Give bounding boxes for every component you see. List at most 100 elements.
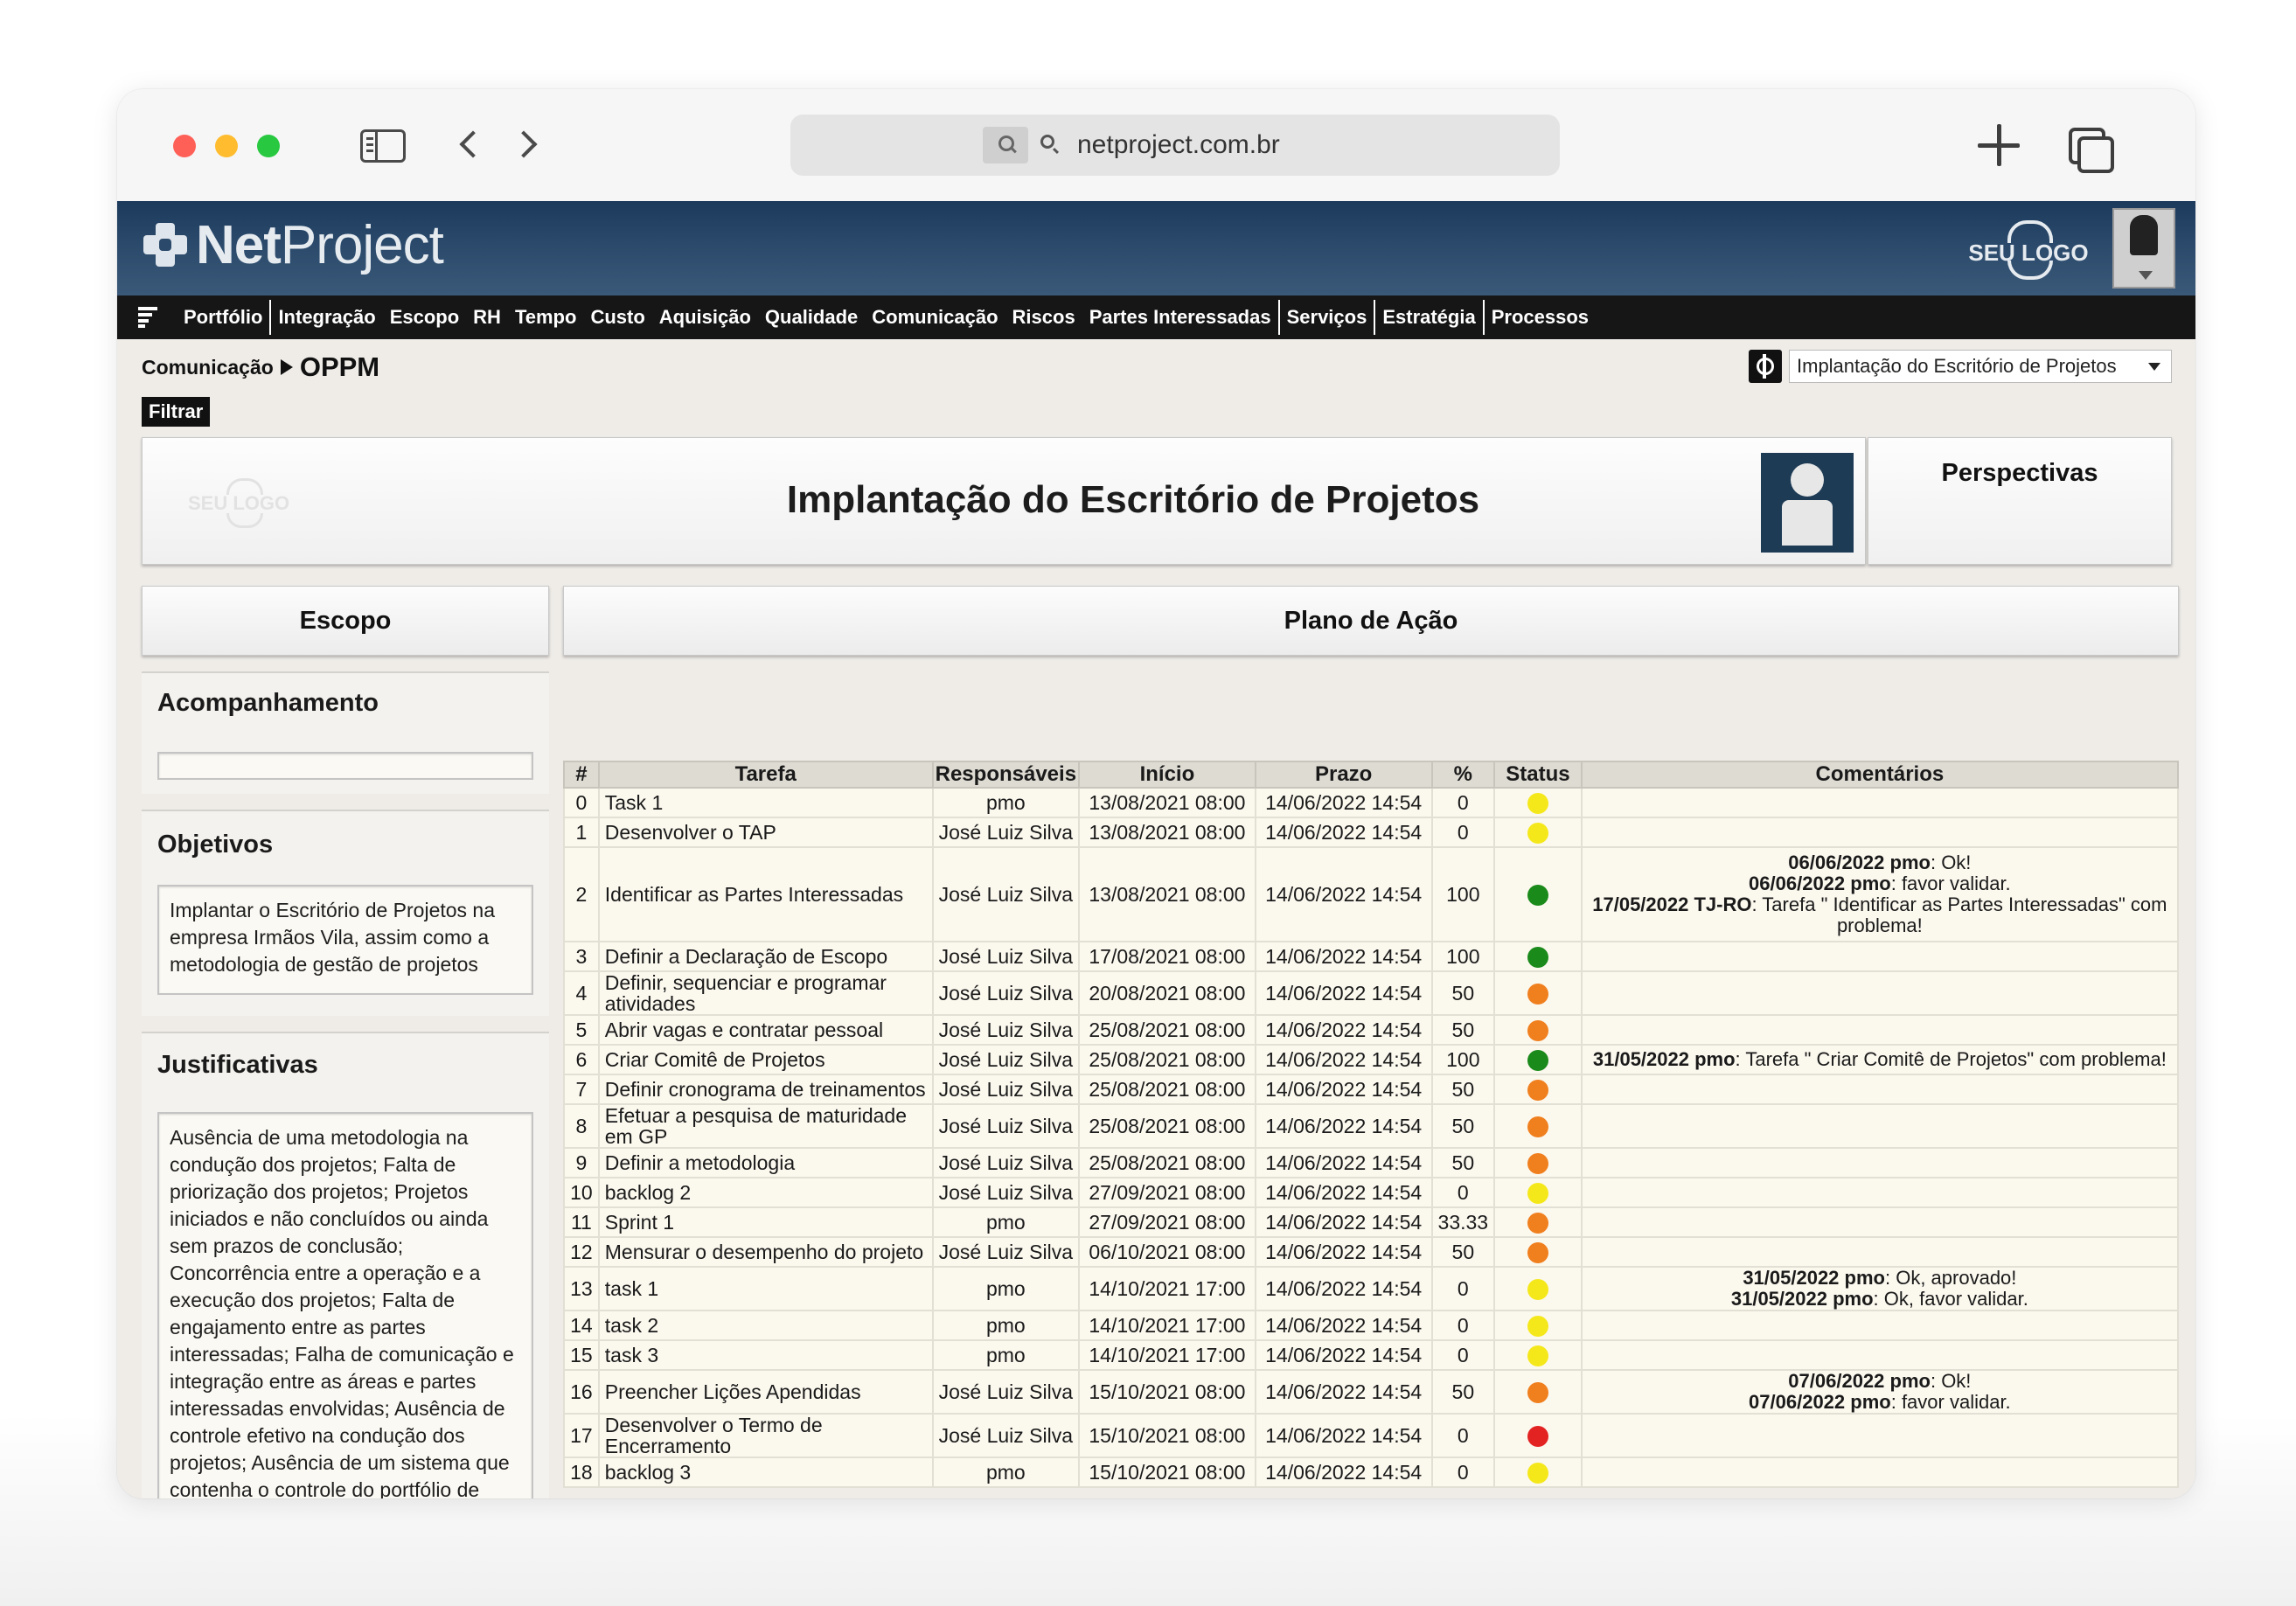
- action-plan-header[interactable]: Plano de Ação: [563, 586, 2179, 656]
- table-row[interactable]: 13 task 1 pmo 14/10/2021 17:00 14/06/2022 14…: [563, 1266, 2180, 1311]
- table-row[interactable]: 8 Efetuar a pesquisa de maturidade em GP J…: [563, 1103, 2180, 1149]
- comment-text: : Tarefa " Identificar as Partes Interes…: [1751, 893, 2167, 936]
- task-responsible: José Luiz Silva: [931, 817, 1081, 848]
- column-header-percent[interactable]: %: [1430, 761, 1496, 789]
- status-indicator-icon: [1527, 1080, 1548, 1102]
- menu-item-rh[interactable]: RH: [466, 295, 508, 339]
- task-comments: 31/05/2022 pmo: Tarefa " Criar Comitê de…: [1580, 1044, 2180, 1075]
- justifications-title: Justificativas: [157, 1051, 318, 1079]
- menu-item-servicos[interactable]: Serviços: [1280, 295, 1374, 339]
- table-row[interactable]: 10 backlog 2 José Luiz Silva 27/09/2021 08:…: [563, 1177, 2180, 1208]
- table-row[interactable]: 11 Sprint 1 pmo 27/09/2021 08:00 14/06/2022 …: [563, 1206, 2180, 1238]
- task-percent: 50: [1430, 1014, 1496, 1046]
- menu-item-processos[interactable]: Processos: [1485, 295, 1596, 339]
- task-responsible: pmo: [931, 787, 1081, 818]
- menu-item-riscos[interactable]: Riscos: [1005, 295, 1082, 339]
- task-start: 13/08/2021 08:00: [1078, 817, 1256, 848]
- address-url[interactable]: netproject.com.br: [1077, 130, 1280, 160]
- task-responsible: pmo: [931, 1339, 1081, 1371]
- table-row[interactable]: 3 Definir a Declaração de Escopo José Luiz…: [563, 941, 2180, 972]
- minimize-window-button[interactable]: [215, 135, 238, 157]
- table-row[interactable]: 15 task 3 pmo 14/10/2021 17:00 14/06/2022 14…: [563, 1339, 2180, 1371]
- column-header-responsible[interactable]: Responsáveis: [931, 761, 1081, 789]
- column-header-comments[interactable]: Comentários: [1580, 761, 2180, 789]
- close-window-button[interactable]: [173, 135, 196, 157]
- netproject-logo[interactable]: NetProject: [140, 215, 444, 275]
- menu-item-portfolio[interactable]: Portfólio: [177, 295, 269, 339]
- table-row[interactable]: 5 Abrir vagas e contratar pessoal José Lui…: [563, 1014, 2180, 1046]
- task-responsible: pmo: [931, 1206, 1081, 1238]
- column-header-task[interactable]: Tarefa: [597, 761, 934, 789]
- address-bar[interactable]: netproject.com.br: [790, 115, 1560, 176]
- table-row[interactable]: 12 Mensurar o desempenho do projeto José L…: [563, 1236, 2180, 1268]
- row-number: 13: [563, 1266, 600, 1311]
- task-status: [1493, 1369, 1583, 1415]
- task-comments: [1580, 941, 2180, 972]
- row-number: 1: [563, 817, 600, 848]
- menu-item-aquisicao[interactable]: Aquisição: [652, 295, 758, 339]
- column-header-deadline[interactable]: Prazo: [1254, 761, 1433, 789]
- menu-item-integracao[interactable]: Integração: [271, 295, 382, 339]
- breadcrumb-section[interactable]: Comunicação: [142, 356, 274, 379]
- breadcrumb-bar: Comunicação OPPM Implantação do Escritór…: [117, 339, 2195, 390]
- table-row[interactable]: 9 Definir a metodologia José Luiz Silva 25/…: [563, 1147, 2180, 1178]
- user-avatar[interactable]: [2112, 208, 2175, 289]
- back-arrow-icon[interactable]: [449, 128, 488, 166]
- objectives-title: Objetivos: [157, 831, 274, 859]
- task-name: Definir a Declaração de Escopo: [597, 941, 934, 972]
- project-selector-icon[interactable]: [1749, 350, 1782, 383]
- menu-item-partes-interessadas[interactable]: Partes Interessadas: [1082, 295, 1278, 339]
- justifications-text: Ausência de uma metodologia na condução …: [157, 1112, 533, 1498]
- task-percent: 100: [1430, 846, 1496, 942]
- table-row[interactable]: 18 backlog 3 pmo 15/10/2021 08:00 14/06/2022…: [563, 1457, 2180, 1488]
- new-tab-plus-icon[interactable]: [1978, 124, 2020, 166]
- perspectives-panel[interactable]: Perspectivas: [1868, 437, 2172, 565]
- project-select[interactable]: Implantação do Escritório de Projetos: [1789, 350, 2172, 383]
- menu-item-comunicacao[interactable]: Comunicação: [865, 295, 1005, 339]
- task-responsible: José Luiz Silva: [931, 1103, 1081, 1149]
- menu-item-tempo[interactable]: Tempo: [508, 295, 583, 339]
- filter-button[interactable]: Filtrar: [142, 397, 211, 427]
- task-deadline: 14/06/2022 14:54: [1254, 1310, 1433, 1341]
- search-button-icon[interactable]: [983, 127, 1028, 163]
- menu-hamburger-icon[interactable]: [138, 307, 157, 328]
- browser-window: netproject.com.br NetProject SEU LOGO Po…: [117, 89, 2195, 1498]
- column-header-number[interactable]: #: [563, 761, 600, 789]
- task-start: 25/08/2021 08:00: [1078, 1014, 1256, 1046]
- task-responsible: José Luiz Silva: [931, 1413, 1081, 1458]
- forward-arrow-icon[interactable]: [510, 128, 549, 166]
- task-deadline: 14/06/2022 14:54: [1254, 941, 1433, 972]
- table-row[interactable]: 4 Definir, sequenciar e programar ativida…: [563, 970, 2180, 1016]
- maximize-window-button[interactable]: [257, 135, 280, 157]
- menu-item-escopo[interactable]: Escopo: [383, 295, 466, 339]
- tab-overview-icon[interactable]: [2069, 128, 2114, 173]
- menu-item-estrategia[interactable]: Estratégia: [1375, 295, 1482, 339]
- table-row[interactable]: 14 task 2 pmo 14/10/2021 17:00 14/06/2022 14…: [563, 1310, 2180, 1341]
- column-header-status[interactable]: Status: [1493, 761, 1583, 789]
- table-row[interactable]: 0 Task 1 pmo 13/08/2021 08:00 14/06/2022 14:…: [563, 787, 2180, 818]
- row-number: 11: [563, 1206, 600, 1238]
- menu-item-custo[interactable]: Custo: [583, 295, 651, 339]
- table-row[interactable]: 2 Identificar as Partes Interessadas José …: [563, 846, 2180, 942]
- action-plan-table: # Tarefa Responsáveis Início Prazo % Sta…: [563, 761, 2180, 1488]
- table-row[interactable]: 7 Definir cronograma de treinamentos José …: [563, 1074, 2180, 1105]
- task-comments: 06/06/2022 pmo: Ok! 06/06/2022 pmo: favor…: [1580, 846, 2180, 942]
- menu-item-qualidade[interactable]: Qualidade: [758, 295, 865, 339]
- breadcrumb: Comunicação OPPM: [142, 351, 379, 383]
- column-header-start[interactable]: Início: [1078, 761, 1256, 789]
- table-row[interactable]: 16 Preencher Lições Apendidas José Luiz Si…: [563, 1369, 2180, 1415]
- task-status: [1493, 941, 1583, 972]
- row-number: 15: [563, 1339, 600, 1371]
- task-status: [1493, 1044, 1583, 1075]
- tracking-title: Acompanhamento: [157, 689, 379, 717]
- task-name: Mensurar o desempenho do projeto: [597, 1236, 934, 1268]
- task-status: [1493, 1103, 1583, 1149]
- task-start: 25/08/2021 08:00: [1078, 1074, 1256, 1105]
- table-row[interactable]: 1 Desenvolver o TAP José Luiz Silva 13/08/2…: [563, 817, 2180, 848]
- task-deadline: 14/06/2022 14:54: [1254, 1457, 1433, 1488]
- table-row[interactable]: 17 Desenvolver o Termo de Encerramento Jos…: [563, 1413, 2180, 1458]
- sidebar-toggle-icon[interactable]: [360, 129, 406, 163]
- scope-header[interactable]: Escopo: [142, 586, 549, 656]
- task-responsible: José Luiz Silva: [931, 846, 1081, 942]
- table-row[interactable]: 6 Criar Comitê de Projetos José Luiz Silva…: [563, 1044, 2180, 1075]
